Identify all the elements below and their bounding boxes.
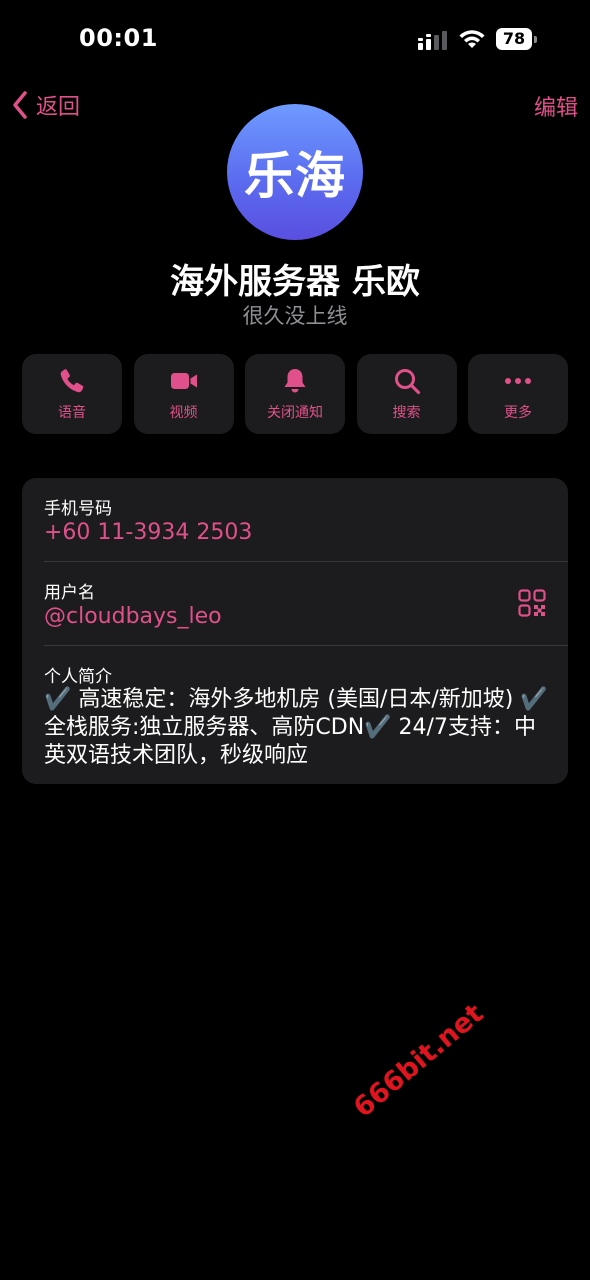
battery-cap bbox=[534, 36, 537, 43]
last-seen-status: 很久没上线 bbox=[242, 304, 348, 328]
phone-icon bbox=[60, 369, 84, 393]
back-label: 返回 bbox=[36, 95, 81, 120]
avatar-initials: 乐海 bbox=[244, 147, 346, 205]
phone-label: 手机号码 bbox=[44, 499, 112, 519]
profile-name: 海外服务器 乐欧 bbox=[170, 262, 420, 302]
info-card: 手机号码 +60 11-3934 2503 用户名 @cloudbays_leo… bbox=[22, 478, 568, 784]
watermark-text: 666bit.net bbox=[348, 998, 490, 1124]
divider bbox=[44, 645, 568, 646]
video-camera-icon bbox=[170, 373, 197, 389]
back-button[interactable]: 返回 bbox=[10, 88, 80, 122]
battery-level: 78 bbox=[496, 28, 532, 50]
bio-label: 个人简介 bbox=[44, 667, 112, 687]
username-value[interactable]: @cloudbays_leo bbox=[44, 604, 222, 629]
action-buttons: 语音 视频 关闭通知 搜索 更多 bbox=[22, 354, 568, 434]
wifi-icon bbox=[459, 30, 485, 48]
more-label: 更多 bbox=[504, 405, 532, 421]
phone-number[interactable]: +60 11-3934 2503 bbox=[44, 520, 252, 545]
divider bbox=[44, 561, 568, 562]
chevron-left-icon bbox=[13, 91, 27, 119]
bio-text: ✔️ 高速稳定：海外多地机房 (美国/日本/新加坡) ✔️ 全栈服务:独立服务器… bbox=[44, 687, 548, 768]
bell-icon bbox=[284, 369, 306, 393]
search-label: 搜索 bbox=[392, 405, 421, 421]
mute-notifications-button[interactable]: 关闭通知 bbox=[245, 354, 345, 434]
video-call-label: 视频 bbox=[169, 405, 198, 421]
more-button[interactable]: 更多 bbox=[468, 354, 568, 434]
avatar[interactable]: 乐海 bbox=[227, 104, 363, 240]
search-icon bbox=[394, 369, 420, 395]
voice-call-label: 语音 bbox=[58, 405, 86, 421]
mute-notifications-label: 关闭通知 bbox=[267, 405, 323, 421]
cellular-signal-icon bbox=[418, 31, 447, 50]
username-label: 用户名 bbox=[44, 583, 95, 603]
voice-call-button[interactable]: 语音 bbox=[22, 354, 122, 434]
status-time: 00:01 bbox=[79, 24, 158, 52]
status-bar: 00:01 78 bbox=[0, 0, 590, 80]
battery-indicator: 78 bbox=[496, 28, 538, 52]
video-call-button[interactable]: 视频 bbox=[133, 354, 234, 434]
more-dots-icon bbox=[505, 378, 531, 384]
qr-code-icon[interactable] bbox=[518, 589, 546, 617]
edit-button[interactable]: 编辑 bbox=[534, 90, 578, 122]
search-button[interactable]: 搜索 bbox=[356, 354, 457, 434]
